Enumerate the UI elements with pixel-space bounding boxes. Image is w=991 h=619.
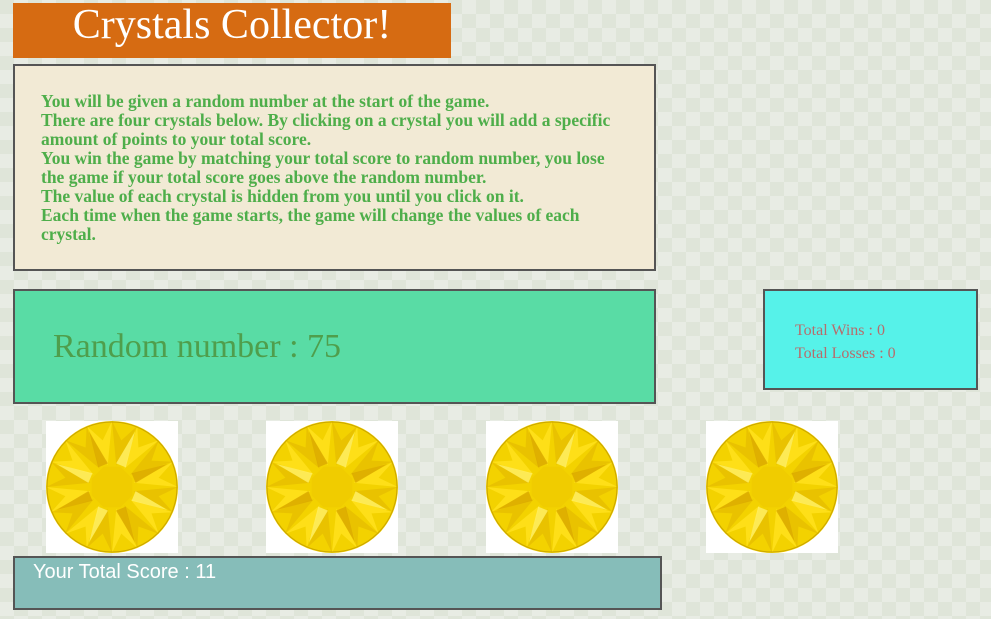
losses-label: Total Losses : bbox=[795, 345, 888, 362]
total-losses: Total Losses : 0 bbox=[795, 342, 976, 365]
score-label: Your Total Score : bbox=[33, 561, 196, 583]
losses-value: 0 bbox=[887, 345, 896, 362]
wins-value: 0 bbox=[876, 322, 885, 339]
random-number-label: Random number : bbox=[53, 328, 308, 365]
random-number-display: Random number : 75 bbox=[53, 327, 341, 367]
total-score-panel: Your Total Score : 11 bbox=[13, 556, 662, 610]
instruction-line: Each time when the game starts, the game… bbox=[41, 205, 580, 244]
yellow-crystal-icon bbox=[706, 421, 838, 553]
score-value: 11 bbox=[195, 561, 217, 583]
instruction-line: The value of each crystal is hidden from… bbox=[41, 186, 524, 206]
page-title: Crystals Collector! bbox=[13, 3, 451, 58]
instructions-panel: You will be given a random number at the… bbox=[13, 64, 656, 271]
stats-panel: Total Wins : 0 Total Losses : 0 bbox=[763, 289, 978, 390]
crystal-button-3[interactable] bbox=[486, 421, 618, 553]
instruction-line: You will be given a random number at the… bbox=[41, 91, 490, 111]
crystal-button-2[interactable] bbox=[266, 421, 398, 553]
total-wins: Total Wins : 0 bbox=[795, 319, 976, 342]
instruction-line: There are four crystals below. By clicki… bbox=[41, 110, 611, 149]
wins-label: Total Wins : bbox=[795, 322, 877, 339]
yellow-crystal-icon bbox=[266, 421, 398, 553]
instruction-line: You win the game by matching your total … bbox=[41, 148, 605, 187]
crystal-button-1[interactable] bbox=[46, 421, 178, 553]
random-number-panel: Random number : 75 bbox=[13, 289, 656, 404]
yellow-crystal-icon bbox=[486, 421, 618, 553]
crystal-button-4[interactable] bbox=[706, 421, 838, 553]
yellow-crystal-icon bbox=[46, 421, 178, 553]
random-number-value: 75 bbox=[307, 328, 342, 365]
